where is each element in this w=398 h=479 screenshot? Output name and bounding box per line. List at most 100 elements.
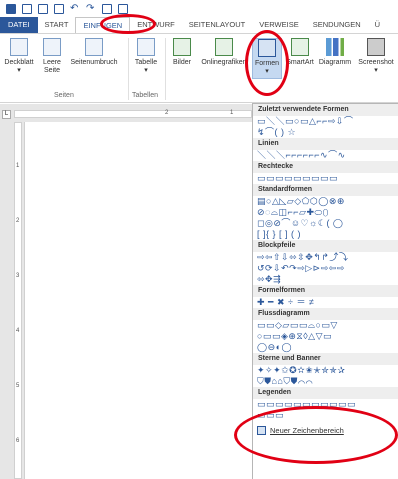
ribbon: Deckblatt ▾ Leere Seite Seitenumbruch Ta… — [0, 33, 398, 103]
shape-row[interactable]: ⇨⇦⇧⇩⬄⇳✥↰↱⤴⤵ — [253, 252, 398, 263]
shape-row[interactable]: ✚ ━ ✖ ÷ ＝ ≠ — [253, 297, 398, 308]
tabelle-dropdown: ▾ — [144, 67, 148, 74]
deckblatt-label: Deckblatt — [4, 59, 34, 66]
redo-icon[interactable]: ↷ — [86, 3, 96, 14]
section-rechtecke: Rechtecke — [253, 161, 398, 173]
formen-button[interactable]: Formen ▾ — [252, 38, 282, 79]
formen-label: Formen — [254, 60, 280, 67]
tab-datei[interactable]: DATEI — [0, 17, 38, 33]
seitenumbruch-button[interactable]: Seitenumbruch — [66, 38, 122, 67]
shape-row[interactable]: ○▭▭◈⊕⧖◊△▽▭ — [253, 331, 398, 342]
drawing-canvas-icon — [257, 425, 266, 435]
onlinegrafiken-button[interactable]: Onlinegrafiken — [196, 38, 252, 67]
shape-row[interactable]: ＼＼＼⌐⌐⌐⌐⌐⌐∿⌒∿ — [253, 150, 398, 161]
section-formelformen: Formelformen — [253, 285, 398, 297]
vertical-ruler: 1 2 3 4 5 6 — [14, 122, 22, 479]
shape-row[interactable]: ▤○△◺▱◇⬠⬡◯⊗⊕ — [253, 196, 398, 207]
ruler-mark: 6 — [16, 438, 20, 444]
leere-seite-label: Leere — [43, 59, 61, 66]
tab-entwurf[interactable]: ENTWURF — [130, 17, 182, 33]
ruler-mark: 3 — [16, 273, 20, 279]
seitenumbruch-label: Seitenumbruch — [70, 59, 118, 66]
shape-row[interactable]: ▭▭▭ — [253, 410, 398, 421]
shape-row[interactable]: [ ]{ } [ ] ( ) — [253, 229, 398, 240]
group-separator — [128, 38, 129, 100]
shape-row[interactable]: ⛉⛊⌂⌂⛉⛊⌒⌒ — [253, 376, 398, 387]
shape-row[interactable]: ▭＼＼▭○▭△⌐⌐⇨⇩⌒ — [253, 116, 398, 127]
horizontal-ruler: 2 1 — [14, 110, 252, 118]
screenshot-button[interactable]: Screenshot ▾ — [354, 38, 398, 75]
section-sterne-und-banner: Sterne und Banner — [253, 353, 398, 365]
tab-stop-selector[interactable]: L — [2, 110, 11, 119]
shape-row[interactable]: ◻◎⊘⌒☺♡☼☾( ◯ — [253, 218, 398, 229]
diagramm-label: Diagramm — [318, 59, 352, 66]
section-legenden: Legenden — [253, 387, 398, 399]
open-icon[interactable] — [54, 3, 64, 14]
section-blockpfeile: Blockpfeile — [253, 240, 398, 252]
tab-einfuegen[interactable]: EINFÜGEN — [75, 17, 131, 33]
print-preview-icon[interactable] — [102, 3, 112, 14]
cover-page-icon — [10, 38, 28, 56]
section-flussdiagramm: Flussdiagramm — [253, 308, 398, 320]
blank-page-icon — [43, 38, 61, 56]
neuer-zeichenbereich-label: Neuer Zeichenbereich — [270, 425, 344, 435]
shape-row[interactable]: ↯⌒( ) ☆ — [253, 127, 398, 138]
ruler-mark: 4 — [16, 328, 20, 334]
group-separator — [165, 38, 166, 100]
save-icon[interactable] — [38, 3, 48, 14]
quick-access-toolbar: ↶ ↷ — [0, 0, 398, 17]
neuer-zeichenbereich-item[interactable]: Neuer Zeichenbereich — [253, 423, 398, 437]
section-standardformen: Standardformen — [253, 184, 398, 196]
table-icon — [137, 38, 155, 56]
new-icon[interactable] — [22, 3, 32, 14]
section-zuletzt-verwendet: Zuletzt verwendete Formen — [253, 104, 398, 116]
picture-icon — [173, 38, 191, 56]
tab-verweise[interactable]: VERWEISE — [252, 17, 305, 33]
shapes-icon — [258, 39, 276, 57]
ruler-mark: 1 — [16, 163, 20, 169]
group-label-seiten: Seiten — [54, 92, 74, 99]
ruler-mark: 2 — [16, 218, 20, 224]
camera-icon — [367, 38, 385, 56]
shapes-dropdown: Zuletzt verwendete Formen ▭＼＼▭○▭△⌐⌐⇨⇩⌒ ↯… — [252, 103, 398, 479]
leere-seite-button[interactable]: Leere Seite — [38, 38, 66, 75]
deckblatt-button[interactable]: Deckblatt ▾ — [2, 38, 36, 75]
ruler-mark: 2 — [165, 110, 169, 116]
deckblatt-dropdown: ▾ — [17, 67, 21, 74]
page-break-icon — [85, 38, 103, 56]
tab-start[interactable]: START — [38, 17, 76, 33]
section-linien: Linien — [253, 138, 398, 150]
tab-seitenlayout[interactable]: SEITENLAYOUT — [182, 17, 253, 33]
shape-row[interactable]: ▭▭▭▭▭▭▭▭▭ — [253, 173, 398, 184]
shape-row[interactable]: ▭▭◇▱▭▭⌓○▭▽ — [253, 320, 398, 331]
leere-seite-sublabel: Seite — [44, 67, 60, 74]
shape-row[interactable]: ▭▭▭▭▭▭▭▭▭▭▭ — [253, 399, 398, 410]
bilder-label: Bilder — [173, 59, 191, 66]
tab-overflow[interactable]: Ü — [368, 17, 387, 33]
smartart-icon — [291, 38, 309, 56]
ruler-mark: 5 — [16, 383, 20, 389]
shape-row[interactable]: ⊘◌⌓◫⌐⌐▱✚⬭⬯ — [253, 207, 398, 218]
tabelle-button[interactable]: Tabelle ▾ — [131, 38, 161, 75]
document-page[interactable] — [24, 122, 252, 479]
group-label-tabellen: Tabellen — [132, 92, 159, 99]
word-icon — [6, 3, 16, 14]
ribbon-tabs: DATEI START EINFÜGEN ENTWURF SEITENLAYOU… — [0, 17, 398, 33]
shape-row[interactable]: ◯⊖◐◯ — [253, 342, 398, 353]
diagramm-button[interactable]: Diagramm — [316, 38, 354, 67]
undo-icon[interactable]: ↶ — [70, 3, 80, 14]
onlinegrafiken-label: Onlinegrafiken — [201, 59, 247, 66]
screenshot-label: Screenshot — [358, 59, 394, 66]
tab-sendungen[interactable]: SENDUNGEN — [306, 17, 368, 33]
smartart-button[interactable]: SmartArt — [284, 38, 316, 67]
screenshot-dropdown: ▾ — [374, 67, 378, 74]
ruler-mark: 1 — [230, 110, 234, 116]
shape-row[interactable]: ✦✧✦✩✪✫✬✭✮✯✰ — [253, 365, 398, 376]
chart-icon — [326, 38, 344, 56]
shape-row[interactable]: ⬄✥⇶ — [253, 274, 398, 285]
bilder-button[interactable]: Bilder — [167, 38, 197, 67]
smartart-label: SmartArt — [286, 59, 314, 66]
tabelle-label: Tabelle — [134, 59, 158, 66]
customize-icon[interactable] — [118, 3, 128, 14]
shape-row[interactable]: ↺⟳⇩↶↷⇨▷⊳⇨⇦⇨ — [253, 263, 398, 274]
